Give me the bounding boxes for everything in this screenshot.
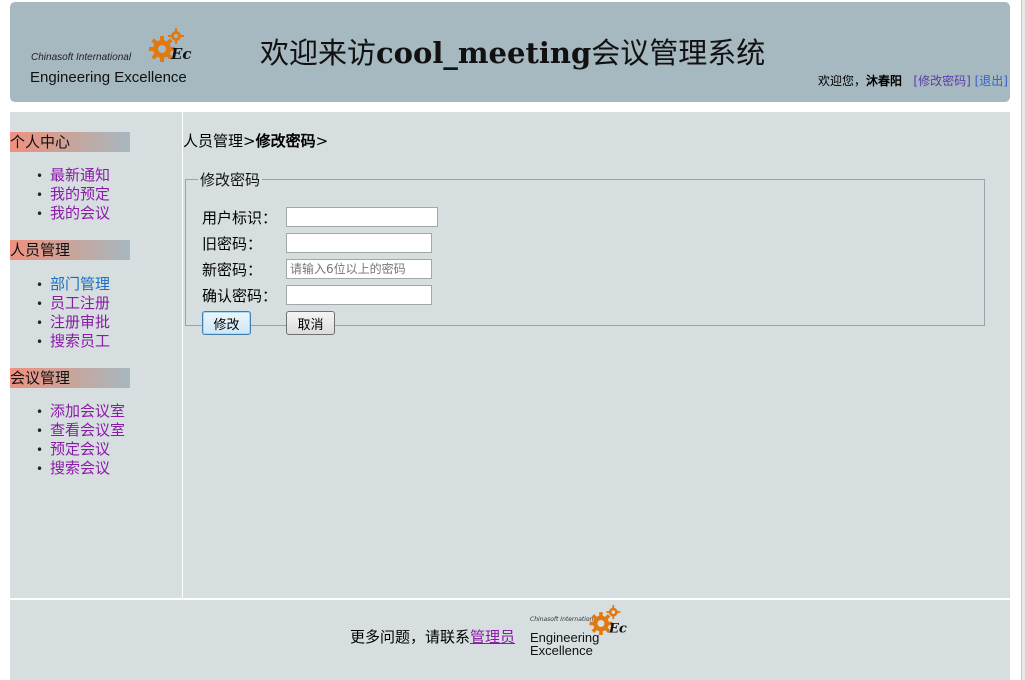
old-password-label: 旧密码： bbox=[202, 235, 263, 253]
row-confirm-password: 确认密码： bbox=[202, 285, 432, 307]
user-id-input[interactable] bbox=[286, 207, 438, 227]
row-user-id: 用户标识： bbox=[202, 207, 438, 229]
change-password-link[interactable]: [修改密码] bbox=[913, 74, 970, 88]
sidebar-item-my-reservations[interactable]: • 我的预定 bbox=[36, 185, 110, 204]
sidebar: 个人中心 • 最新通知 • 我的预定 • 我的会议 人员管理 • 部门管理 • 员工注册 … bbox=[10, 112, 183, 598]
confirm-password-label: 确认密码： bbox=[202, 287, 278, 305]
cancel-button[interactable]: 取消 bbox=[286, 311, 335, 335]
breadcrumb-current: 修改密码 bbox=[255, 132, 316, 150]
form-legend: 修改密码 bbox=[200, 171, 261, 189]
breadcrumb: 人员管理>修改密码> bbox=[183, 132, 329, 150]
window-scrollbar[interactable] bbox=[1021, 0, 1025, 680]
submit-button[interactable]: 修改 bbox=[202, 311, 251, 335]
sidebar-menu-staff: • 部门管理 • 员工注册 • 注册审批 • 搜索员工 bbox=[36, 275, 110, 351]
sidebar-item-notifications[interactable]: • 最新通知 bbox=[36, 166, 110, 185]
svg-text:Ec: Ec bbox=[608, 621, 627, 636]
old-password-input[interactable] bbox=[286, 233, 432, 253]
welcome-text: 欢迎您， bbox=[817, 74, 866, 88]
svg-text:Ec: Ec bbox=[170, 45, 192, 63]
logo-line1: Chinasoft International bbox=[31, 52, 132, 63]
sidebar-menu-personal: • 最新通知 • 我的预定 • 我的会议 bbox=[36, 166, 110, 223]
sidebar-section-meetings: 会议管理 bbox=[10, 368, 130, 388]
logo-line2: Engineering Excellence bbox=[30, 69, 187, 86]
new-password-label: 新密码： bbox=[202, 261, 263, 279]
admin-contact-link[interactable]: 管理员 bbox=[470, 628, 515, 646]
sidebar-item-register-employee[interactable]: • 员工注册 bbox=[36, 294, 110, 313]
content-area: 人员管理>修改密码> 修改密码 用户标识： 旧密码： 新密码： 确认密码： 修改… bbox=[183, 112, 1010, 598]
confirm-password-input[interactable] bbox=[286, 285, 432, 305]
sidebar-section-staff: 人员管理 bbox=[10, 240, 130, 260]
sidebar-item-approve-registration[interactable]: • 注册审批 bbox=[36, 313, 110, 332]
sidebar-item-view-rooms[interactable]: • 查看会议室 bbox=[36, 421, 125, 440]
footer-gear-icon: Ec bbox=[589, 605, 627, 636]
main-area: 个人中心 • 最新通知 • 我的预定 • 我的会议 人员管理 • 部门管理 • 员工注册 … bbox=[10, 112, 1010, 598]
logout-link[interactable]: [退出] bbox=[975, 74, 1008, 88]
page-header: Chinasoft International Engineering Exce… bbox=[10, 2, 1010, 102]
user-bar: 欢迎您，沐春阳 [修改密码] [退出] bbox=[818, 72, 1008, 89]
change-password-form: 修改密码 用户标识： 旧密码： 新密码： 确认密码： 修改 取消 bbox=[185, 169, 985, 335]
sidebar-item-departments[interactable]: • 部门管理 bbox=[36, 275, 110, 294]
sidebar-item-search-employee[interactable]: • 搜索员工 bbox=[36, 332, 110, 351]
row-new-password: 新密码： bbox=[202, 259, 432, 281]
sidebar-item-add-room[interactable]: • 添加会议室 bbox=[36, 402, 125, 421]
company-logo: Chinasoft International Engineering Exce… bbox=[30, 27, 200, 89]
sidebar-menu-meetings: • 添加会议室 • 查看会议室 • 预定会议 • 搜索会议 bbox=[36, 402, 125, 478]
footer-logo: Chinasoft International Engineering Exce… bbox=[528, 604, 638, 657]
sidebar-item-search-meeting[interactable]: • 搜索会议 bbox=[36, 459, 125, 478]
user-name: 沐春阳 bbox=[865, 74, 902, 88]
sidebar-section-personal: 个人中心 bbox=[10, 132, 130, 152]
sidebar-item-my-meetings[interactable]: • 我的会议 bbox=[36, 204, 110, 223]
user-id-label: 用户标识： bbox=[202, 209, 278, 227]
new-password-input[interactable] bbox=[286, 259, 432, 279]
row-old-password: 旧密码： bbox=[202, 233, 432, 255]
page-footer: 更多问题，请联系管理员 Chinasoft International Engi… bbox=[10, 600, 1010, 680]
sidebar-item-book-meeting[interactable]: • 预定会议 bbox=[36, 440, 125, 459]
site-title: 欢迎来访cool_meeting会议管理系统 bbox=[260, 36, 766, 70]
footer-text: 更多问题，请联系管理员 bbox=[350, 628, 516, 646]
gear-logo-icon: Ec bbox=[149, 28, 192, 63]
